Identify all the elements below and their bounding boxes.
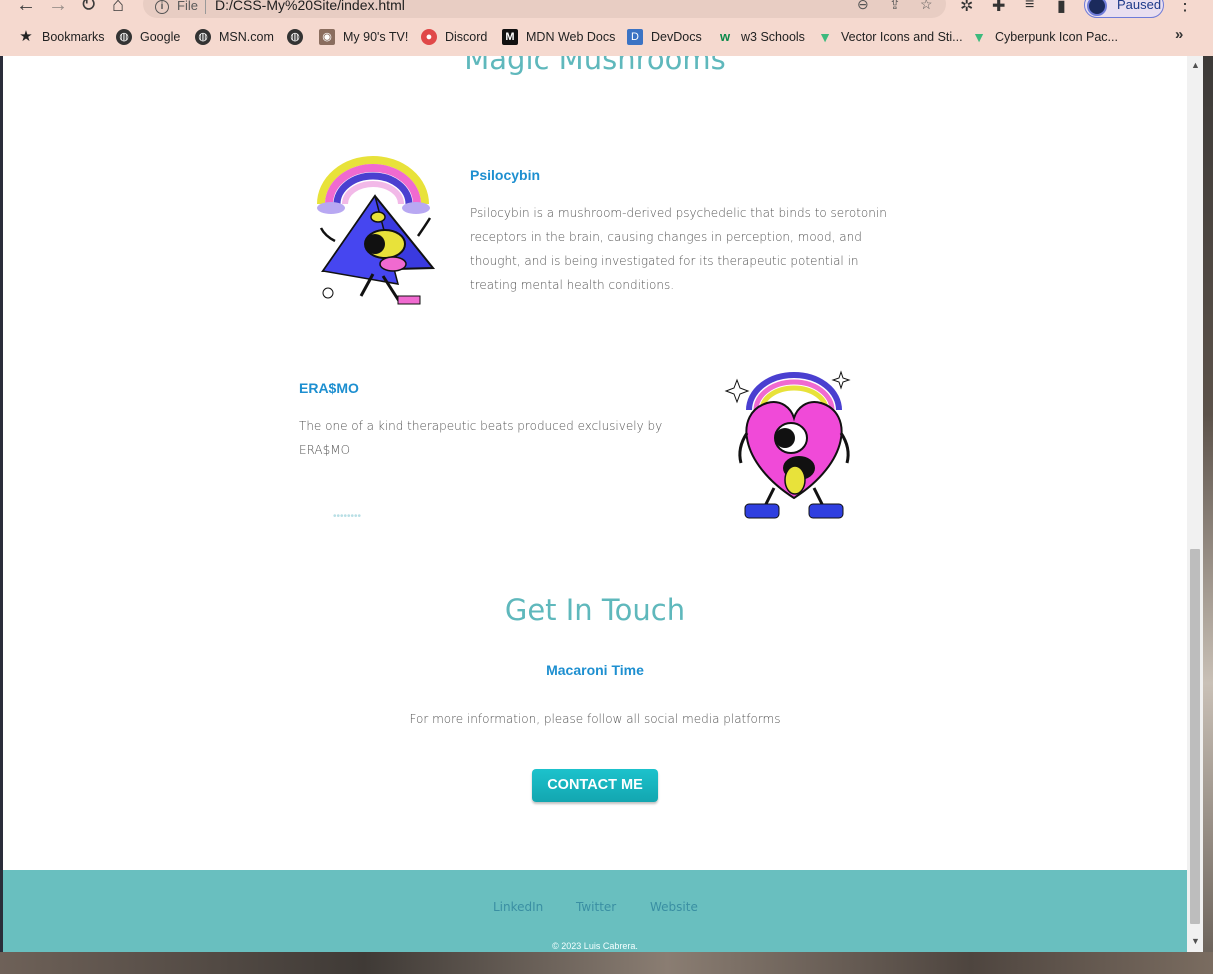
footer-link-website[interactable]: Website bbox=[650, 900, 698, 914]
extensions-puzzle-icon[interactable]: ✚ bbox=[992, 0, 1005, 16]
section-title-mushrooms: Magic Mushrooms bbox=[464, 56, 726, 76]
bookmark-label: w3 Schools bbox=[741, 30, 805, 44]
bookmark-item[interactable]: ◍ MSN.com bbox=[195, 26, 274, 48]
bookmark-item[interactable]: w w3 Schools bbox=[717, 26, 805, 48]
bookmark-item[interactable]: ● Discord bbox=[421, 26, 487, 48]
url-text[interactable]: D:/CSS-My%20Site/index.html bbox=[215, 0, 405, 13]
bookmark-item[interactable]: ◍ Google bbox=[116, 26, 180, 48]
bug-extension-icon[interactable]: ✲ bbox=[960, 0, 973, 16]
carousel-pager[interactable]: •••••••• bbox=[333, 511, 361, 522]
home-icon[interactable]: ⌂ bbox=[112, 0, 124, 16]
vector-icon: ▼ bbox=[818, 29, 832, 45]
side-panel-icon[interactable]: ▮ bbox=[1057, 0, 1066, 16]
page-viewport: Magic Mushrooms Psilocybin Psilocybin is… bbox=[3, 56, 1203, 952]
scrollbar-thumb[interactable] bbox=[1190, 549, 1200, 924]
bookmark-item[interactable]: ▼ Vector Icons and Sti... bbox=[817, 26, 963, 48]
forward-arrow-icon[interactable]: → bbox=[48, 0, 68, 16]
discord-icon: ● bbox=[421, 29, 437, 45]
bookmark-item[interactable]: ◍ bbox=[287, 26, 311, 48]
browser-chrome: ← → ↻ ⌂ i File D:/CSS-My%20Site/index.ht… bbox=[0, 0, 1213, 56]
contact-me-button[interactable]: CONTACT ME bbox=[532, 769, 658, 802]
bookmark-item[interactable]: D DevDocs bbox=[627, 26, 702, 48]
contact-subtitle: Macaroni Time bbox=[546, 662, 644, 678]
devdocs-icon: D bbox=[627, 29, 643, 45]
pyramid-character-illustration bbox=[317, 156, 436, 305]
bookmarks-bar: ★ Bookmarks ◍ Google ◍ MSN.com ◍ ◉ My 90… bbox=[0, 26, 1213, 48]
bookmark-label: Discord bbox=[445, 30, 488, 44]
section-title-contact: Get In Touch bbox=[504, 593, 686, 627]
vector-icon: ▼ bbox=[972, 29, 986, 45]
address-divider bbox=[205, 0, 206, 14]
bookmark-star-icon[interactable]: ☆ bbox=[920, 0, 933, 13]
card-text-psilocybin: Psilocybin is a mushroom-derived psyched… bbox=[470, 206, 887, 292]
footer-copyright: © 2023 Luis Cabrera. bbox=[552, 941, 638, 951]
card-title-psilocybin: Psilocybin bbox=[470, 167, 541, 183]
card-title-erasmo: ERA$MO bbox=[299, 380, 359, 396]
more-bookmarks-icon[interactable]: » bbox=[1175, 26, 1183, 43]
share-icon[interactable]: ⇪ bbox=[889, 0, 901, 13]
page-footer: LinkedIn Twitter Website © 2023 Luis Cab… bbox=[3, 870, 1187, 952]
bookmark-label: Vector Icons and Sti... bbox=[841, 30, 963, 44]
footer-link-twitter[interactable]: Twitter bbox=[576, 900, 616, 914]
w3schools-icon: w bbox=[719, 29, 731, 44]
bookmark-label: Google bbox=[140, 30, 181, 44]
address-bar[interactable]: i File D:/CSS-My%20Site/index.html ⊖ ⇪ ☆ bbox=[143, 0, 946, 18]
bookmark-label: MSN.com bbox=[219, 30, 274, 44]
globe-icon: ◍ bbox=[116, 29, 132, 45]
bookmark-item[interactable]: ▼ Cyberpunk Icon Pac... bbox=[971, 26, 1118, 48]
profile-button[interactable]: Paused bbox=[1084, 0, 1164, 18]
reload-icon[interactable]: ↻ bbox=[80, 0, 97, 16]
star-icon: ★ bbox=[19, 28, 33, 45]
bookmark-item[interactable]: ◉ My 90's TV! bbox=[319, 26, 408, 48]
bookmark-item[interactable]: M MDN Web Docs bbox=[502, 26, 615, 48]
footer-link-linkedin[interactable]: LinkedIn bbox=[493, 900, 543, 914]
heart-character-illustration bbox=[724, 370, 851, 519]
bookmark-label: My 90's TV! bbox=[343, 30, 409, 44]
desktop-background-right bbox=[1203, 56, 1213, 952]
globe-icon: ◍ bbox=[287, 29, 303, 45]
bookmark-label: Cyberpunk Icon Pac... bbox=[995, 30, 1118, 44]
back-arrow-icon[interactable]: ← bbox=[16, 0, 36, 16]
bookmark-label: MDN Web Docs bbox=[526, 30, 616, 44]
browser-menu-icon[interactable]: ⋮ bbox=[1176, 0, 1194, 15]
scroll-down-icon[interactable]: ▼ bbox=[1191, 936, 1200, 946]
mdn-icon: M bbox=[502, 29, 518, 45]
zoom-icon[interactable]: ⊖ bbox=[857, 0, 869, 13]
bookmark-item[interactable]: ★ Bookmarks bbox=[18, 26, 105, 48]
scroll-up-icon[interactable]: ▲ bbox=[1191, 60, 1200, 70]
contact-text: For more information, please follow all … bbox=[409, 712, 781, 726]
browser-toolbar: ← → ↻ ⌂ i File D:/CSS-My%20Site/index.ht… bbox=[0, 0, 1213, 20]
bookmark-label: DevDocs bbox=[651, 30, 702, 44]
site-info-icon[interactable]: i bbox=[155, 0, 169, 14]
tv-icon: ◉ bbox=[319, 29, 335, 45]
media-queue-icon[interactable]: ≡ bbox=[1025, 0, 1034, 14]
bookmark-label: Bookmarks bbox=[42, 30, 105, 44]
profile-status: Paused bbox=[1117, 0, 1162, 12]
avatar bbox=[1087, 0, 1107, 16]
address-scheme-label: File bbox=[177, 0, 198, 13]
globe-icon: ◍ bbox=[195, 29, 211, 45]
desktop-background bbox=[0, 952, 1213, 974]
card-text-erasmo: The one of a kind therapeutic beats prod… bbox=[299, 419, 663, 457]
